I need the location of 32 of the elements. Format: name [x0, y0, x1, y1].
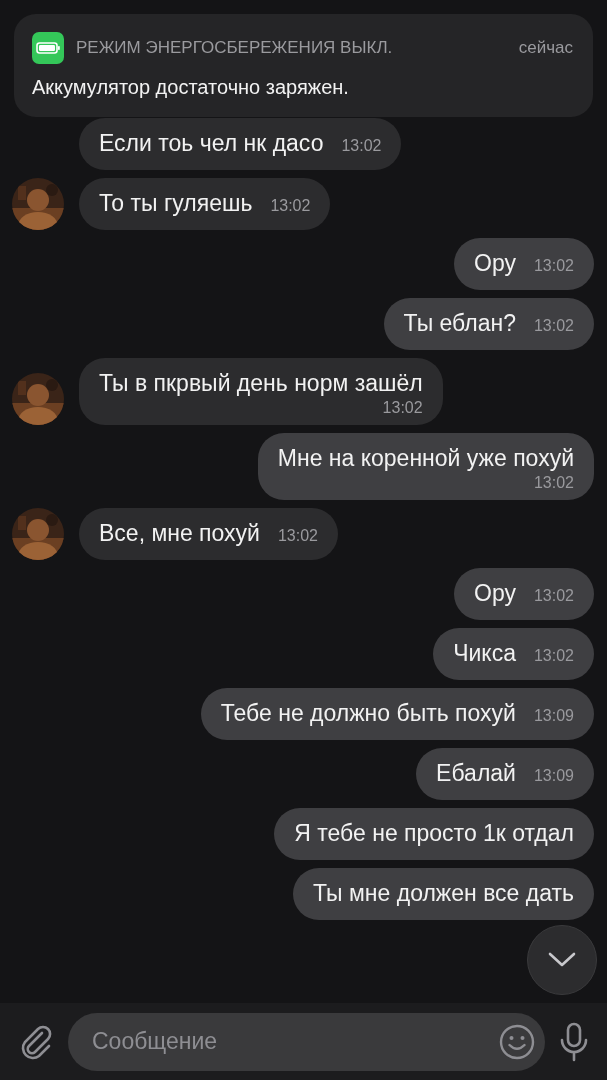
- message-time: 13:02: [533, 587, 574, 605]
- message-text: Ты еблан?: [403, 310, 516, 337]
- message-time: 13:02: [533, 647, 574, 665]
- message-time: 13:09: [533, 767, 574, 785]
- microphone-icon[interactable]: [559, 1021, 589, 1062]
- message-text: То ты гуляешь: [99, 190, 253, 217]
- message-time: 13:02: [341, 137, 382, 155]
- notification-time: сейчас: [518, 38, 573, 58]
- message-time: 13:02: [277, 527, 318, 545]
- message-text: Чикса: [453, 640, 516, 667]
- message-text: Ебалай: [436, 760, 516, 787]
- message-text: Ору: [474, 250, 516, 277]
- notification-banner[interactable]: РЕЖИМ ЭНЕРГОСБЕРЕЖЕНИЯ ВЫКЛ. сейчас Аккумулятор достаточно заряжен.: [14, 14, 593, 117]
- message-text: Все, мне похуй: [99, 520, 260, 547]
- message-text: Если тоь чел нк дасо: [99, 130, 324, 157]
- message-text: Я тебе не просто 1к отдал: [294, 820, 574, 847]
- message-text: Тебе не должно быть похуй: [220, 700, 516, 727]
- message-time: 13:02: [533, 474, 574, 492]
- message-text: Ты в пкрвый день норм зашёл: [99, 370, 423, 397]
- message-time: 13:02: [382, 399, 423, 417]
- message-time: 13:02: [533, 257, 574, 275]
- message-text: Мне на коренной уже похуй: [277, 445, 574, 472]
- message-text: Ты мне должен все дать: [313, 880, 574, 907]
- notification-text: Аккумулятор достаточно заряжен.: [32, 76, 350, 99]
- message-time: 13:09: [533, 707, 574, 725]
- battery-icon: [32, 32, 64, 64]
- message-time: 13:02: [533, 317, 574, 335]
- message-text: Ору: [474, 580, 516, 607]
- message-field[interactable]: Сообщение: [68, 1012, 545, 1071]
- message-time: 13:02: [270, 197, 311, 215]
- notification-title: РЕЖИМ ЭНЕРГОСБЕРЕЖЕНИЯ ВЫКЛ.: [76, 38, 394, 58]
- emoji-icon[interactable]: [499, 1023, 535, 1060]
